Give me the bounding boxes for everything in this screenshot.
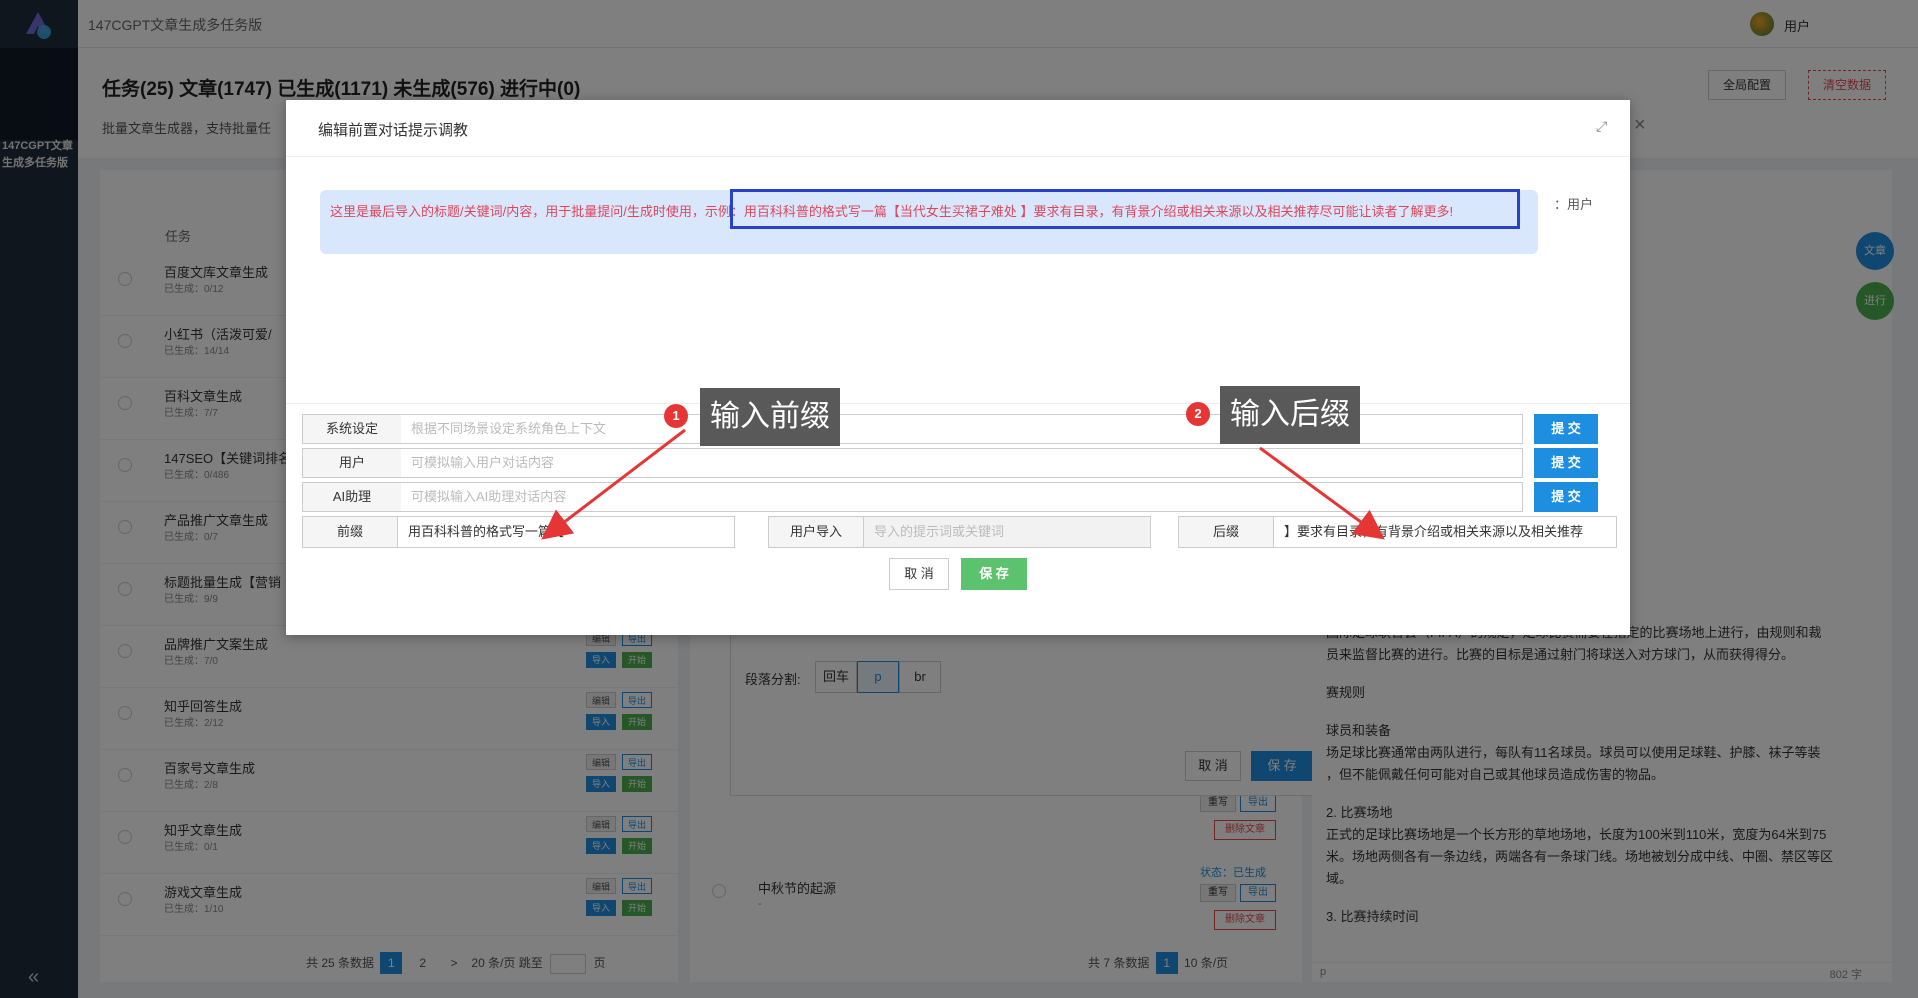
annotation-number-2: 2 (1186, 402, 1210, 426)
prefix-label: 前缀 (302, 516, 398, 548)
ai-assistant-row: AI助理 可模拟输入AI助理对话内容 提 交 (302, 482, 1616, 512)
save-button[interactable]: 保 存 (961, 558, 1027, 590)
annotation-label-2: 输入后缀 (1220, 386, 1360, 444)
suffix-label: 后缀 (1178, 516, 1274, 548)
chat-bubble: 这里是最后导入的标题/关键词/内容，用于批量提问/生成时使用，示例：用百科科普的… (320, 190, 1538, 254)
bubble-user-label: ：用户 (1554, 197, 1594, 212)
system-setting-row: 系统设定 根据不同场景设定系统角色上下文 提 交 (302, 414, 1616, 444)
annotation-number-1: 1 (664, 404, 688, 428)
dialog-title: 编辑前置对话提示调教 (318, 122, 469, 139)
ai-assistant-submit-button[interactable]: 提 交 (1534, 482, 1598, 512)
user-submit-button[interactable]: 提 交 (1534, 448, 1598, 478)
prefix-input[interactable]: 用百科科普的格式写一篇【 (397, 516, 735, 548)
fullscreen-icon[interactable]: ⤢ (1596, 118, 1607, 135)
annotation-label-1: 输入前缀 (700, 388, 840, 446)
bubble-message: 这里是最后导入的标题/关键词/内容，用于批量提问/生成时使用，示例：用百科科普的… (330, 204, 1454, 219)
ai-assistant-input[interactable]: 可模拟输入AI助理对话内容 (401, 482, 1523, 512)
prompt-tuning-dialog: 编辑前置对话提示调教 ⤢ 这里是最后导入的标题/关键词/内容，用于批量提问/生成… (286, 100, 1630, 635)
user-import-label: 用户导入 (768, 516, 864, 548)
divider (286, 403, 1630, 404)
suffix-input[interactable]: 】要求有目录，有背景介绍或相关来源以及相关推荐 (1273, 516, 1617, 548)
cancel-button[interactable]: 取 消 (889, 558, 949, 590)
user-row: 用户 可模拟输入用户对话内容 提 交 (302, 448, 1616, 478)
divider (286, 156, 1630, 157)
user-input[interactable]: 可模拟输入用户对话内容 (401, 448, 1523, 478)
system-setting-submit-button[interactable]: 提 交 (1534, 414, 1598, 444)
ai-assistant-label: AI助理 (302, 482, 402, 512)
user-label: 用户 (302, 448, 402, 478)
user-import-input: 导入的提示词或关键词 (863, 516, 1151, 548)
system-setting-label: 系统设定 (302, 414, 402, 444)
